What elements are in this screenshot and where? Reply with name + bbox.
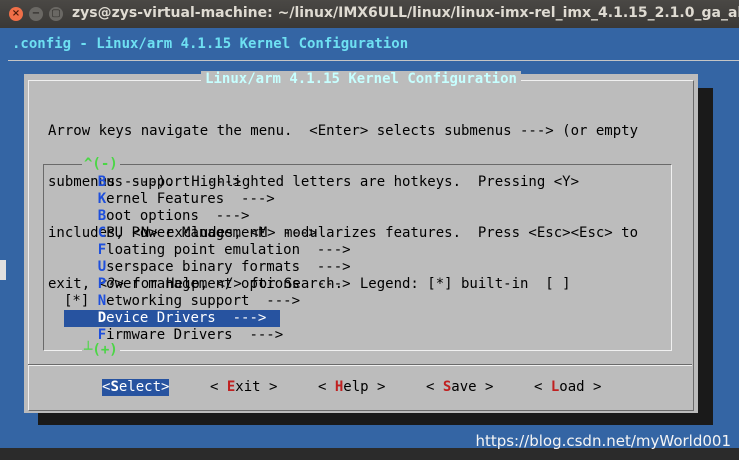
maximize-window-button[interactable]: ▢	[49, 7, 63, 21]
scroll-up-indicator: ^(-)	[82, 156, 120, 172]
menu-item-power-management-options[interactable]: Power management options --->	[64, 276, 351, 293]
save-button[interactable]: < Save >	[426, 379, 493, 396]
watermark: https://blog.csdn.net/myWorld001	[475, 432, 731, 450]
close-window-button[interactable]: ×	[9, 7, 23, 21]
header-divider	[8, 60, 739, 61]
menu-item-cpu-power-management[interactable]: CPU Power Management --->	[64, 225, 317, 242]
dialog-title: Linux/arm 4.1.15 Kernel Configuration	[24, 71, 698, 87]
exit-button[interactable]: < Exit >	[210, 379, 277, 396]
menu-items: Bus support ---> Kernel Features ---> Bo…	[64, 174, 351, 344]
menu-item-kernel-features[interactable]: Kernel Features --->	[64, 191, 280, 208]
menu-item-bus-support[interactable]: Bus support --->	[64, 174, 280, 191]
help-line: Arrow keys navigate the menu. <Enter> se…	[48, 123, 639, 139]
menuconfig-dialog: Linux/arm 4.1.15 Kernel Configuration Ar…	[24, 71, 698, 413]
menu-item-floating-point-emulation[interactable]: Floating point emulation --->	[64, 242, 351, 259]
terminal-area[interactable]: .config - Linux/arm 4.1.15 Kernel Config…	[0, 28, 739, 448]
menu-item-boot-options[interactable]: Boot options --->	[64, 208, 280, 225]
load-button[interactable]: < Load >	[534, 379, 601, 396]
menu-item-userspace-binary-formats[interactable]: Userspace binary formats --->	[64, 259, 351, 276]
window-titlebar: × − ▢ zys@zys-virtual-machine: ~/linux/I…	[0, 0, 739, 28]
config-header: .config - Linux/arm 4.1.15 Kernel Config…	[12, 36, 409, 52]
minimize-icon: −	[31, 8, 41, 19]
desktop-edge	[0, 260, 6, 280]
menu-item-networking-support[interactable]: [*] Networking support --->	[64, 293, 300, 310]
maximize-icon: ▢	[51, 8, 61, 19]
scroll-down-indicator: ┴(+)	[82, 342, 120, 358]
window-title: zys@zys-virtual-machine: ~/linux/IMX6ULL…	[72, 5, 739, 21]
help-button[interactable]: < Help >	[318, 379, 385, 396]
menu-item-device-drivers[interactable]: Device Drivers --->	[64, 310, 280, 327]
minimize-window-button[interactable]: −	[29, 7, 43, 21]
close-icon: ×	[11, 8, 21, 19]
button-divider-highlight	[28, 365, 692, 366]
menu-item-firmware-drivers[interactable]: Firmware Drivers --->	[64, 327, 283, 344]
select-button[interactable]: <Select>	[102, 379, 170, 396]
